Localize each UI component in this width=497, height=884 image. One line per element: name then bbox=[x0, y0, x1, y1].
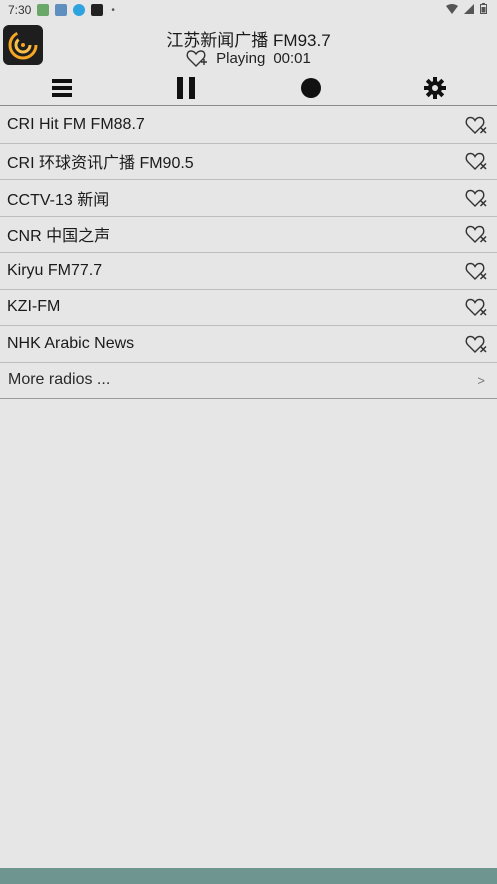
station-row[interactable]: CCTV-13 新闻 bbox=[0, 180, 497, 217]
remove-favorite-button[interactable] bbox=[465, 150, 489, 172]
station-name: CRI Hit FM FM88.7 bbox=[7, 115, 145, 133]
station-name: Kiryu FM77.7 bbox=[7, 261, 103, 279]
station-row[interactable]: Kiryu FM77.7 bbox=[0, 253, 497, 290]
heart-remove-icon bbox=[465, 299, 487, 317]
station-row[interactable]: CRI Hit FM FM88.7 bbox=[0, 107, 497, 144]
notification-dot: • bbox=[111, 4, 115, 16]
settings-icon bbox=[424, 77, 446, 99]
station-name: CCTV-13 新闻 bbox=[7, 191, 110, 209]
station-name: KZI-FM bbox=[7, 298, 61, 316]
station-row[interactable]: CRI 环球资讯广播 FM90.5 bbox=[0, 144, 497, 180]
heart-add-icon bbox=[186, 50, 208, 67]
remove-favorite-button[interactable] bbox=[465, 114, 489, 136]
remove-favorite-button[interactable] bbox=[465, 333, 489, 355]
chevron-right-icon: > bbox=[477, 372, 485, 388]
pause-icon bbox=[177, 77, 195, 99]
add-favorite-button[interactable] bbox=[186, 48, 208, 68]
signal-icon bbox=[464, 3, 474, 14]
bottom-bar bbox=[0, 868, 497, 884]
notification-app-icon-3 bbox=[73, 4, 86, 16]
battery-icon bbox=[480, 3, 487, 14]
heart-remove-icon bbox=[465, 189, 487, 207]
station-row[interactable]: KZI-FM bbox=[0, 290, 497, 326]
player-toolbar bbox=[0, 70, 497, 106]
player-header: 江苏新闻广播 FM93.7 Playing 00:01 bbox=[0, 20, 497, 70]
station-list: CRI Hit FM FM88.7 CRI 环球资讯广播 FM90.5 CCTV… bbox=[0, 107, 497, 399]
remove-favorite-button[interactable] bbox=[465, 187, 489, 209]
playback-status: Playing 00:01 bbox=[0, 48, 497, 68]
heart-remove-icon bbox=[465, 335, 487, 353]
heart-remove-icon bbox=[465, 226, 487, 244]
more-radios-button[interactable]: More radios ... > bbox=[0, 363, 497, 399]
station-name: NHK Arabic News bbox=[7, 334, 135, 352]
station-list-button[interactable] bbox=[48, 74, 76, 102]
playing-label: Playing bbox=[216, 49, 266, 67]
notification-app-icon-4 bbox=[91, 4, 104, 16]
heart-remove-icon bbox=[465, 116, 487, 134]
settings-button[interactable] bbox=[421, 74, 449, 102]
heart-remove-icon bbox=[465, 153, 487, 171]
remove-favorite-button[interactable] bbox=[465, 223, 489, 245]
station-name: CNR 中国之声 bbox=[7, 228, 111, 246]
menu-icon bbox=[52, 79, 72, 97]
record-button[interactable] bbox=[297, 74, 325, 102]
play-time: 00:01 bbox=[273, 49, 311, 67]
wifi-icon bbox=[446, 3, 458, 14]
remove-favorite-button[interactable] bbox=[465, 260, 489, 282]
heart-remove-icon bbox=[465, 262, 487, 280]
notification-app-icon-1 bbox=[37, 4, 50, 16]
more-radios-label: More radios ... bbox=[8, 371, 111, 389]
station-row[interactable]: NHK Arabic News bbox=[0, 326, 497, 363]
notification-app-icon-2 bbox=[55, 4, 68, 16]
record-icon bbox=[301, 78, 321, 98]
status-bar: 7:30 • bbox=[0, 0, 497, 20]
pause-button[interactable] bbox=[172, 74, 200, 102]
station-row[interactable]: CNR 中国之声 bbox=[0, 217, 497, 253]
station-name: CRI 环球资讯广播 FM90.5 bbox=[7, 155, 194, 173]
remove-favorite-button[interactable] bbox=[465, 296, 489, 318]
status-time: 7:30 bbox=[8, 3, 32, 17]
